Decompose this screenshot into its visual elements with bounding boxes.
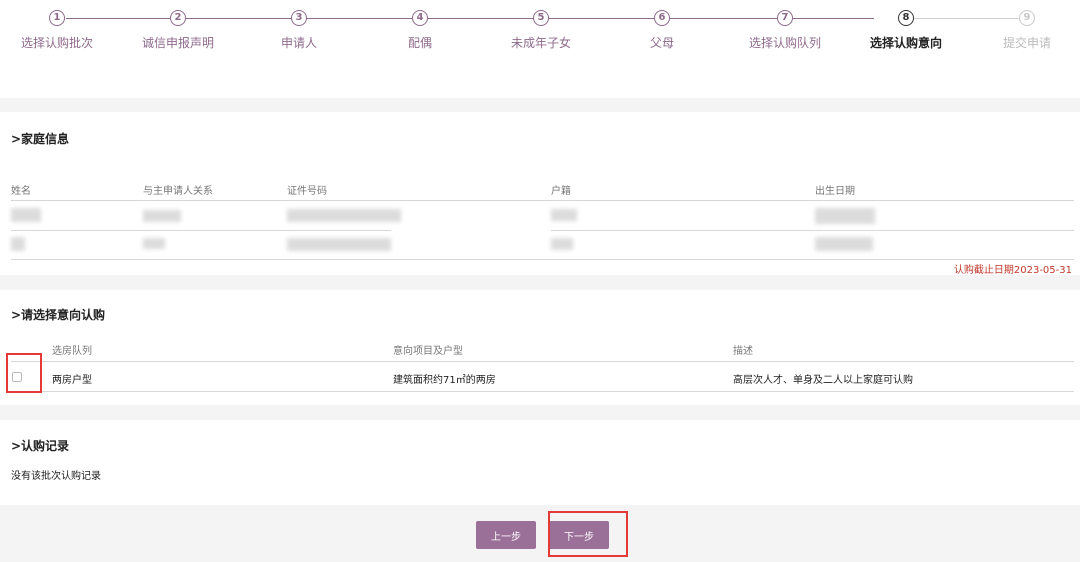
row-divider bbox=[11, 259, 1074, 260]
step-label: 选择认购队列 bbox=[748, 36, 821, 50]
row-divider bbox=[551, 230, 1074, 231]
family-info-section: >家庭信息 姓名 与主申请人关系 证件号码 户籍 出生日期 认购截止日期2023… bbox=[0, 112, 1080, 276]
step-number: 2 bbox=[170, 10, 186, 26]
step-8[interactable]: 8 选择认购意向 bbox=[851, 10, 961, 51]
checkbox-highlight bbox=[6, 353, 42, 393]
redacted-cell bbox=[143, 210, 181, 222]
prev-step-button[interactable]: 上一步 bbox=[476, 521, 536, 549]
redacted-cell bbox=[815, 208, 875, 224]
step-9: 9 提交申请 bbox=[972, 10, 1080, 51]
redacted-cell bbox=[815, 237, 873, 251]
step-number: 3 bbox=[291, 10, 307, 26]
step-7[interactable]: 7 选择认购队列 bbox=[730, 10, 840, 51]
col-relation: 与主申请人关系 bbox=[143, 186, 213, 197]
step-label: 申请人 bbox=[280, 36, 317, 50]
redacted-cell bbox=[551, 209, 577, 221]
step-number: 8 bbox=[898, 10, 914, 26]
redacted-cell bbox=[143, 238, 165, 249]
col-birthdate: 出生日期 bbox=[815, 186, 855, 197]
col-project: 意向项目及户型 bbox=[393, 346, 463, 357]
step-3[interactable]: 3 申请人 bbox=[244, 10, 354, 51]
redacted-cell bbox=[551, 238, 573, 250]
col-queue: 选房队列 bbox=[52, 346, 92, 357]
step-number: 9 bbox=[1019, 10, 1035, 26]
row-divider bbox=[11, 230, 391, 231]
intent-project: 建筑面积约71㎡的两房 bbox=[393, 375, 496, 386]
intent-section: >请选择意向认购 选房队列 意向项目及户型 描述 两房户型 建筑面积约71㎡的两… bbox=[0, 290, 1080, 405]
deadline-text: 认购截止日期2023-05-31 bbox=[953, 265, 1072, 276]
step-label: 选择认购意向 bbox=[869, 36, 942, 50]
intent-description: 高层次人才、单身及二人以上家庭可认购 bbox=[733, 375, 913, 386]
step-6[interactable]: 6 父母 bbox=[607, 10, 717, 51]
step-label: 诚信申报声明 bbox=[141, 36, 214, 50]
step-5[interactable]: 5 未成年子女 bbox=[486, 10, 596, 51]
intent-queue: 两房户型 bbox=[52, 375, 92, 386]
redacted-cell bbox=[11, 208, 41, 222]
step-label: 未成年子女 bbox=[510, 36, 571, 50]
next-button-highlight bbox=[548, 511, 628, 557]
step-4[interactable]: 4 配偶 bbox=[365, 10, 475, 51]
table-header-divider bbox=[11, 361, 1074, 362]
redacted-cell bbox=[11, 237, 25, 251]
col-id-number: 证件号码 bbox=[287, 186, 327, 197]
step-label: 父母 bbox=[649, 36, 674, 50]
table-header-divider bbox=[11, 200, 1074, 201]
step-label: 提交申请 bbox=[1002, 36, 1051, 50]
col-household: 户籍 bbox=[551, 186, 571, 197]
section-title: >请选择意向认购 bbox=[11, 308, 106, 322]
records-section: >认购记录 没有该批次认购记录 bbox=[0, 420, 1080, 505]
step-number: 6 bbox=[654, 10, 670, 26]
redacted-cell bbox=[287, 238, 391, 251]
step-number: 5 bbox=[533, 10, 549, 26]
section-title: >认购记录 bbox=[11, 439, 70, 453]
step-label: 选择认购批次 bbox=[20, 36, 93, 50]
step-1[interactable]: 1 选择认购批次 bbox=[2, 10, 112, 51]
step-label: 配偶 bbox=[407, 36, 432, 50]
section-title: >家庭信息 bbox=[11, 132, 70, 146]
progress-stepper: 1 选择认购批次 2 诚信申报声明 3 申请人 4 配偶 5 未成年子女 6 父… bbox=[0, 0, 1080, 98]
step-2[interactable]: 2 诚信申报声明 bbox=[123, 10, 233, 51]
col-description: 描述 bbox=[733, 346, 753, 357]
redacted-cell bbox=[287, 209, 401, 222]
step-number: 7 bbox=[777, 10, 793, 26]
col-name: 姓名 bbox=[11, 186, 31, 197]
row-divider bbox=[11, 391, 1074, 392]
empty-records-text: 没有该批次认购记录 bbox=[11, 471, 101, 482]
step-number: 4 bbox=[412, 10, 428, 26]
step-number: 1 bbox=[49, 10, 65, 26]
